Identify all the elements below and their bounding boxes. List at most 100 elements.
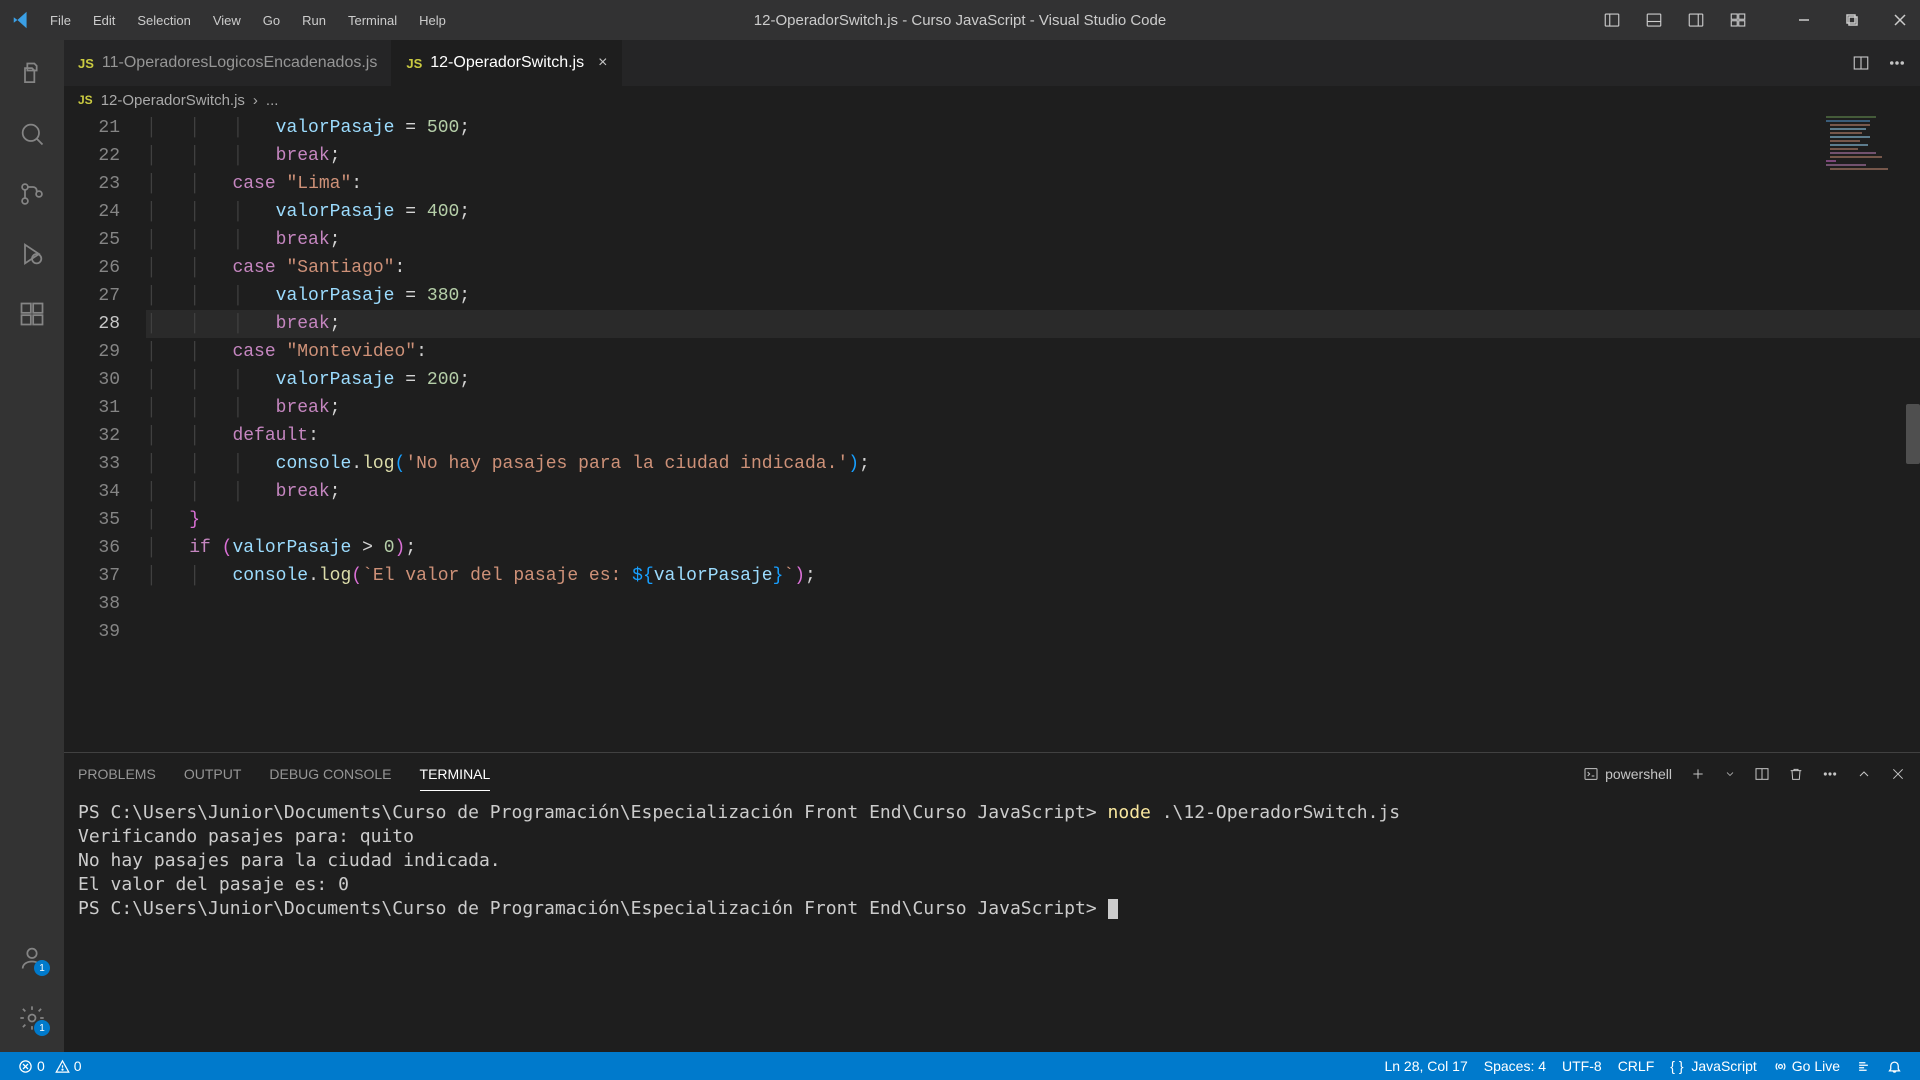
code-line[interactable]: [146, 618, 1920, 646]
layout-customize-icon[interactable]: [1726, 8, 1750, 32]
layout-panel-bottom-icon[interactable]: [1642, 8, 1666, 32]
maximize-button[interactable]: [1840, 8, 1864, 32]
code-line[interactable]: │ │ │ valorPasaje = 500;: [146, 114, 1920, 142]
terminal-dropdown-icon[interactable]: [1724, 768, 1736, 780]
vscode-logo-icon: [8, 9, 36, 31]
status-eol[interactable]: CRLF: [1610, 1058, 1663, 1074]
menu-item-run[interactable]: Run: [292, 7, 336, 34]
layout-panel-right-icon[interactable]: [1684, 8, 1708, 32]
code-line[interactable]: │ │ │ console.log('No hay pasajes para l…: [146, 450, 1920, 478]
code-line[interactable]: │ }: [146, 506, 1920, 534]
line-number[interactable]: 21: [64, 114, 120, 142]
code-line[interactable]: │ │ │ break;: [146, 394, 1920, 422]
status-errors[interactable]: 0 0: [10, 1058, 90, 1074]
line-number[interactable]: 26: [64, 254, 120, 282]
breadcrumb[interactable]: JS 12-OperadorSwitch.js › ...: [64, 86, 1920, 114]
editor-scrollbar[interactable]: [1906, 404, 1920, 464]
code-line[interactable]: │ │ case "Montevideo":: [146, 338, 1920, 366]
code-line[interactable]: │ │ console.log(`El valor del pasaje es:…: [146, 562, 1920, 590]
panel-tab-problems[interactable]: PROBLEMS: [78, 758, 156, 790]
accounts-icon[interactable]: 1: [16, 942, 48, 974]
terminal-line: PS C:\Users\Junior\Documents\Curso de Pr…: [78, 801, 1906, 825]
extensions-icon[interactable]: [16, 298, 48, 330]
kill-terminal-icon[interactable]: [1788, 766, 1804, 782]
minimap[interactable]: [1822, 114, 1902, 194]
menu-item-terminal[interactable]: Terminal: [338, 7, 407, 34]
code-line[interactable]: │ │ │ valorPasaje = 380;: [146, 282, 1920, 310]
panel-tab-output[interactable]: OUTPUT: [184, 758, 242, 790]
split-editor-icon[interactable]: [1852, 54, 1870, 72]
code-line[interactable]: │ if (valorPasaje > 0);: [146, 534, 1920, 562]
status-encoding[interactable]: UTF-8: [1554, 1058, 1610, 1074]
activity-bar: 1 1: [0, 40, 64, 1052]
code-line[interactable]: │ │ │ break;: [146, 478, 1920, 506]
status-go-live[interactable]: Go Live: [1765, 1058, 1848, 1074]
menu-item-view[interactable]: View: [203, 7, 251, 34]
code-line[interactable]: │ │ case "Santiago":: [146, 254, 1920, 282]
minimize-button[interactable]: [1792, 8, 1816, 32]
close-button[interactable]: [1888, 8, 1912, 32]
code-line[interactable]: │ │ │ break;: [146, 142, 1920, 170]
status-prettier-icon[interactable]: [1848, 1058, 1879, 1074]
line-number[interactable]: 37: [64, 562, 120, 590]
menu-item-edit[interactable]: Edit: [83, 7, 125, 34]
run-debug-icon[interactable]: [16, 238, 48, 270]
line-number[interactable]: 29: [64, 338, 120, 366]
settings-badge: 1: [34, 1020, 50, 1036]
layout-panel-left-icon[interactable]: [1600, 8, 1624, 32]
terminal-shell-selector[interactable]: powershell: [1583, 766, 1672, 782]
terminal-line: No hay pasajes para la ciudad indicada.: [78, 849, 1906, 873]
line-number[interactable]: 25: [64, 226, 120, 254]
line-number[interactable]: 23: [64, 170, 120, 198]
explorer-icon[interactable]: [16, 58, 48, 90]
line-number[interactable]: 38: [64, 590, 120, 618]
code-line[interactable]: │ │ case "Lima":: [146, 170, 1920, 198]
status-cursor-position[interactable]: Ln 28, Col 17: [1376, 1058, 1475, 1074]
terminal-shell-name: powershell: [1605, 766, 1672, 782]
line-number[interactable]: 36: [64, 534, 120, 562]
status-indent[interactable]: Spaces: 4: [1476, 1058, 1554, 1074]
tab-11-operadoreslogicosencadenados-js[interactable]: JS11-OperadoresLogicosEncadenados.js: [64, 40, 392, 86]
js-file-icon: JS: [406, 56, 422, 71]
line-number[interactable]: 31: [64, 394, 120, 422]
panel-tab-debug-console[interactable]: DEBUG CONSOLE: [269, 758, 391, 790]
menu-item-go[interactable]: Go: [253, 7, 290, 34]
settings-gear-icon[interactable]: 1: [16, 1002, 48, 1034]
close-panel-icon[interactable]: [1890, 766, 1906, 782]
line-number[interactable]: 27: [64, 282, 120, 310]
status-language[interactable]: { } JavaScript: [1662, 1058, 1765, 1074]
code-line[interactable]: [146, 590, 1920, 618]
panel-tab-terminal[interactable]: TERMINAL: [420, 758, 491, 791]
line-number[interactable]: 39: [64, 618, 120, 646]
line-number[interactable]: 28: [64, 310, 120, 338]
chevron-right-icon: ›: [253, 92, 258, 109]
more-actions-icon[interactable]: [1888, 54, 1906, 72]
bottom-panel: PROBLEMS OUTPUT DEBUG CONSOLE TERMINAL powe…: [64, 752, 1920, 1052]
search-icon[interactable]: [16, 118, 48, 150]
menu-item-help[interactable]: Help: [409, 7, 456, 34]
line-number[interactable]: 34: [64, 478, 120, 506]
line-number[interactable]: 24: [64, 198, 120, 226]
split-terminal-icon[interactable]: [1754, 766, 1770, 782]
code-line[interactable]: │ │ │ valorPasaje = 200;: [146, 366, 1920, 394]
code-line[interactable]: │ │ │ break;: [146, 310, 1920, 338]
status-notifications-icon[interactable]: [1879, 1058, 1910, 1074]
tab-12-operadorswitch-js[interactable]: JS12-OperadorSwitch.js×: [392, 40, 622, 86]
tab-close-icon[interactable]: ×: [598, 54, 607, 72]
panel-more-icon[interactable]: [1822, 766, 1838, 782]
code-line[interactable]: │ │ │ break;: [146, 226, 1920, 254]
line-number[interactable]: 22: [64, 142, 120, 170]
line-number[interactable]: 33: [64, 450, 120, 478]
line-number[interactable]: 32: [64, 422, 120, 450]
new-terminal-icon[interactable]: [1690, 766, 1706, 782]
code-line[interactable]: │ │ default:: [146, 422, 1920, 450]
menu-item-selection[interactable]: Selection: [127, 7, 200, 34]
code-editor[interactable]: 21222324252627282930313233343536373839 │…: [64, 114, 1920, 752]
menu-item-file[interactable]: File: [40, 7, 81, 34]
line-number[interactable]: 35: [64, 506, 120, 534]
code-line[interactable]: │ │ │ valorPasaje = 400;: [146, 198, 1920, 226]
line-number[interactable]: 30: [64, 366, 120, 394]
terminal-body[interactable]: PS C:\Users\Junior\Documents\Curso de Pr…: [64, 795, 1920, 1052]
source-control-icon[interactable]: [16, 178, 48, 210]
maximize-panel-icon[interactable]: [1856, 766, 1872, 782]
